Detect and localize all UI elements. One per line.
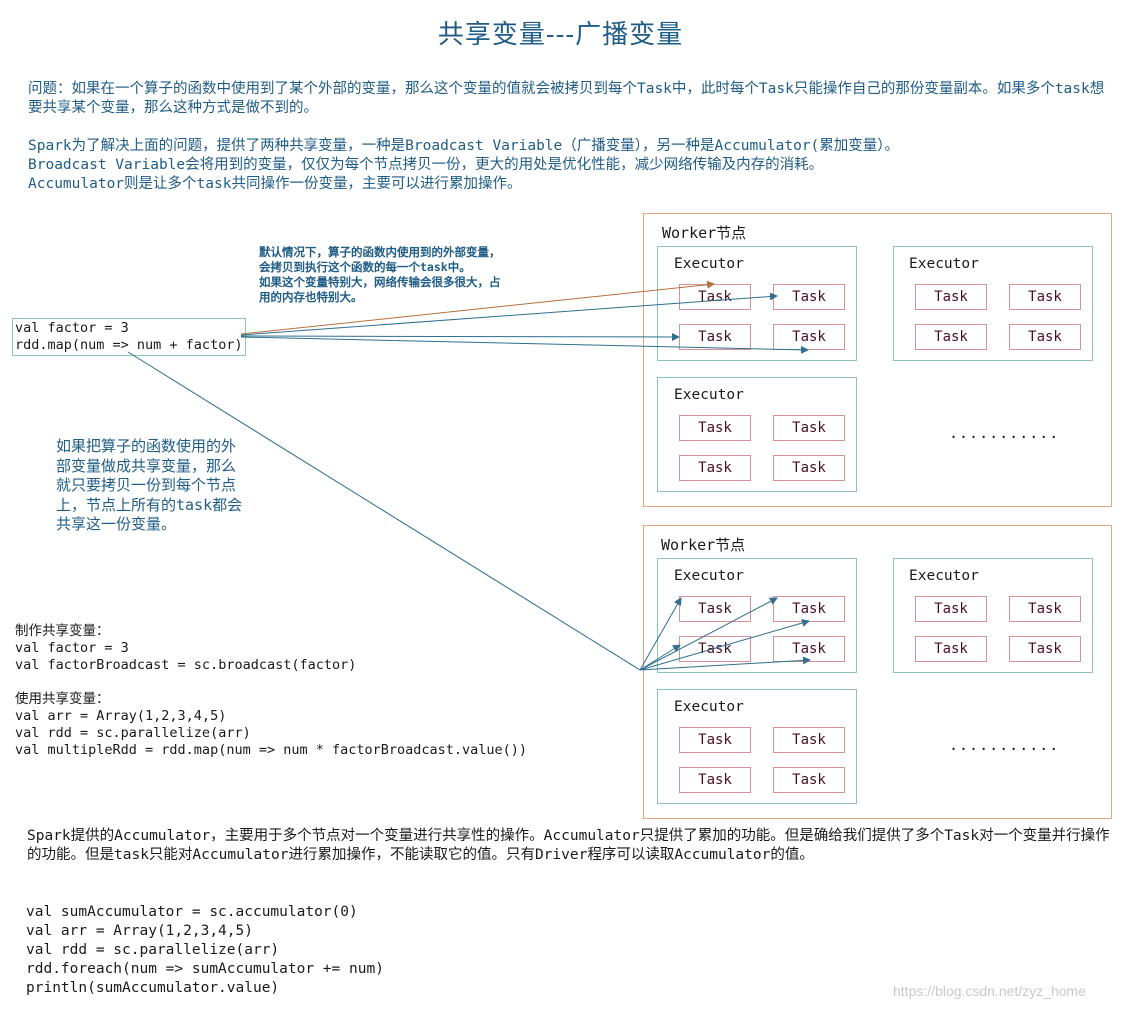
accumulator-code: val sumAccumulator = sc.accumulator(0) v…: [26, 904, 384, 996]
watermark: https://blog.csdn.net/zyz_home: [893, 983, 1086, 999]
copy-arrow: [240, 332, 680, 341]
copy-arrow: [240, 292, 778, 336]
copy-arrow: [240, 336, 809, 354]
accumulator-text: Spark提供的Accumulator，主要用于多个节点对一个变量进行共享性的操…: [27, 828, 1110, 863]
broadcast-line: [127, 351, 641, 671]
copy-arrow: [240, 280, 715, 335]
share-arrow: [639, 619, 810, 671]
share-arrow: [639, 656, 811, 671]
share-arrow: [639, 644, 681, 671]
